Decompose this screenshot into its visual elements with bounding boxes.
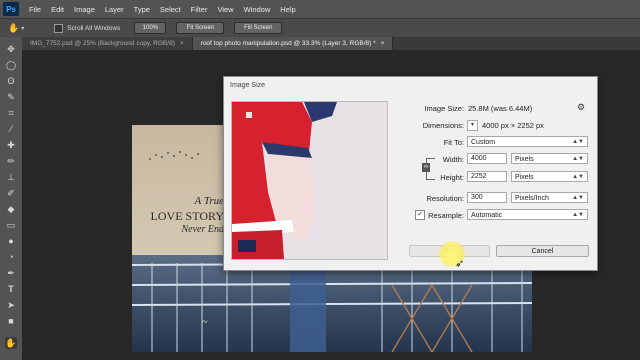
menu-bar: Ps File Edit Image Layer Type Select Fil… [0, 0, 640, 18]
hand-tool-icon[interactable]: ✋ [5, 337, 17, 349]
fit-to-dropdown[interactable]: Custom ▲▼ [467, 136, 588, 147]
scroll-all-windows-label: Scroll All Windows [67, 24, 121, 32]
tool-preset-dropdown-icon[interactable]: ▾ [21, 25, 24, 32]
close-icon[interactable]: × [180, 40, 184, 47]
width-unit-value: Pixels [515, 156, 534, 163]
photo-text-line-3: Never End [181, 224, 225, 235]
lasso-tool-icon[interactable]: ʘ [5, 75, 17, 87]
chevron-down-icon: ▲▼ [572, 156, 584, 162]
cancel-button[interactable]: Cancel [496, 245, 589, 257]
menu-layer[interactable]: Layer [105, 5, 124, 14]
resample-value: Automatic [471, 212, 503, 219]
path-select-icon[interactable]: ➤ [5, 299, 17, 311]
height-unit-value: Pixels [515, 174, 534, 181]
fit-to-label: Fit To: [443, 138, 464, 147]
birds-graphic [149, 151, 199, 160]
menu-edit[interactable]: Edit [51, 5, 64, 14]
menu-window[interactable]: Window [244, 5, 271, 14]
marquee-tool-icon[interactable]: ◯ [5, 59, 17, 71]
resample-label: Resample: [428, 211, 464, 220]
dimensions-label: Dimensions: [422, 121, 464, 130]
fit-to-value: Custom [471, 139, 496, 146]
hand-icon[interactable]: ✋ [8, 23, 19, 34]
height-unit-dropdown[interactable]: Pixels ▲▼ [511, 171, 588, 182]
tab-img-7752[interactable]: IMG_7752.psd @ 25% (Background copy, RGB… [22, 37, 193, 50]
menu-select[interactable]: Select [160, 5, 181, 14]
type-tool-icon[interactable]: T [5, 283, 17, 295]
resolution-unit-dropdown[interactable]: Pixels/Inch ▲▼ [511, 192, 588, 203]
menu-help[interactable]: Help [280, 5, 295, 14]
resolution-label: Resolution: [426, 194, 464, 203]
photo-text-line-2: LOVE STORY [150, 209, 224, 223]
tab-roof-top-photo[interactable]: roof top photo manipulation.psd @ 33.3% … [192, 37, 394, 50]
photoshop-logo: Ps [3, 2, 19, 16]
options-bar: ✋ ▾ Scroll All Windows 100% Fit Screen F… [0, 18, 640, 37]
clone-stamp-icon[interactable]: ⊥ [5, 171, 17, 183]
dialog-title: Image Size [230, 82, 266, 89]
preview-image [232, 102, 387, 259]
resolution-input[interactable]: 300 [467, 192, 507, 203]
move-tool-icon[interactable]: ✥ [5, 43, 17, 55]
zoom-100-button[interactable]: 100% [134, 22, 167, 34]
image-size-label: Image Size: [424, 104, 464, 113]
tab-label: roof top photo manipulation.psd @ 33.3% … [200, 40, 376, 47]
link-icon[interactable]: ∞ [422, 163, 430, 172]
close-icon[interactable]: × [381, 40, 385, 47]
quick-select-tool-icon[interactable]: ✎ [5, 91, 17, 103]
mouse-cursor-icon: ➶ [455, 258, 465, 270]
chevron-down-icon: ▲▼ [572, 212, 584, 218]
svg-text:~: ~ [202, 317, 208, 328]
menu-view[interactable]: View [217, 5, 233, 14]
dodge-tool-icon[interactable]: ◔ [5, 251, 17, 263]
menu-type[interactable]: Type [134, 5, 150, 14]
tab-label: IMG_7752.psd @ 25% (Background copy, RGB… [30, 40, 175, 47]
dimensions-unit-dropdown[interactable]: ▾ [467, 120, 478, 131]
gradient-tool-icon[interactable]: ▭ [5, 219, 17, 231]
gear-icon[interactable]: ⚙ [577, 102, 585, 113]
fit-screen-button[interactable]: Fit Screen [176, 22, 225, 34]
height-input[interactable]: 2252 [467, 171, 507, 182]
image-size-dialog: Image Size Image Size: 25.8M (was 6.44M)… [223, 76, 598, 271]
height-label: Height: [440, 173, 464, 182]
resample-dropdown[interactable]: Automatic ▲▼ [467, 209, 588, 220]
blur-tool-icon[interactable]: ● [5, 235, 17, 247]
eyedropper-tool-icon[interactable]: ⁄ [5, 123, 17, 135]
photo-text-line-1: A True [194, 195, 224, 207]
dimensions-value: 4000 px × 2252 px [482, 121, 544, 130]
width-label: Width: [442, 155, 464, 164]
resolution-unit-value: Pixels/Inch [515, 195, 549, 202]
pen-tool-icon[interactable]: ✒ [5, 267, 17, 279]
menu-file[interactable]: File [29, 5, 41, 14]
healing-brush-icon[interactable]: ✚ [5, 139, 17, 151]
crop-tool-icon[interactable]: ⌗ [5, 107, 17, 119]
photo-sky-area: A True LOVE STORY Never End [132, 125, 224, 255]
shape-tool-icon[interactable]: ■ [5, 315, 17, 327]
width-input[interactable]: 4000 [467, 153, 507, 164]
tools-panel: ✥ ◯ ʘ ✎ ⌗ ⁄ ✚ ✏ ⊥ ✐ ◆ ▭ ● ◔ ✒ T ➤ ■ ✋ [0, 37, 23, 360]
history-brush-icon[interactable]: ✐ [5, 187, 17, 199]
chevron-down-icon: ▲▼ [572, 174, 584, 180]
document-tabs: IMG_7752.psd @ 25% (Background copy, RGB… [22, 37, 640, 50]
image-preview[interactable] [231, 101, 388, 260]
width-unit-dropdown[interactable]: Pixels ▲▼ [511, 153, 588, 164]
image-size-value: 25.8M (was 6.44M) [468, 104, 533, 113]
chevron-down-icon: ▲▼ [572, 195, 584, 201]
menu-filter[interactable]: Filter [191, 5, 208, 14]
chevron-down-icon: ▲▼ [572, 139, 584, 145]
fill-screen-button[interactable]: Fill Screen [234, 22, 283, 34]
eraser-tool-icon[interactable]: ◆ [5, 203, 17, 215]
brush-tool-icon[interactable]: ✏ [5, 155, 17, 167]
menu-image[interactable]: Image [74, 5, 95, 14]
scroll-all-windows-checkbox[interactable] [54, 23, 64, 33]
